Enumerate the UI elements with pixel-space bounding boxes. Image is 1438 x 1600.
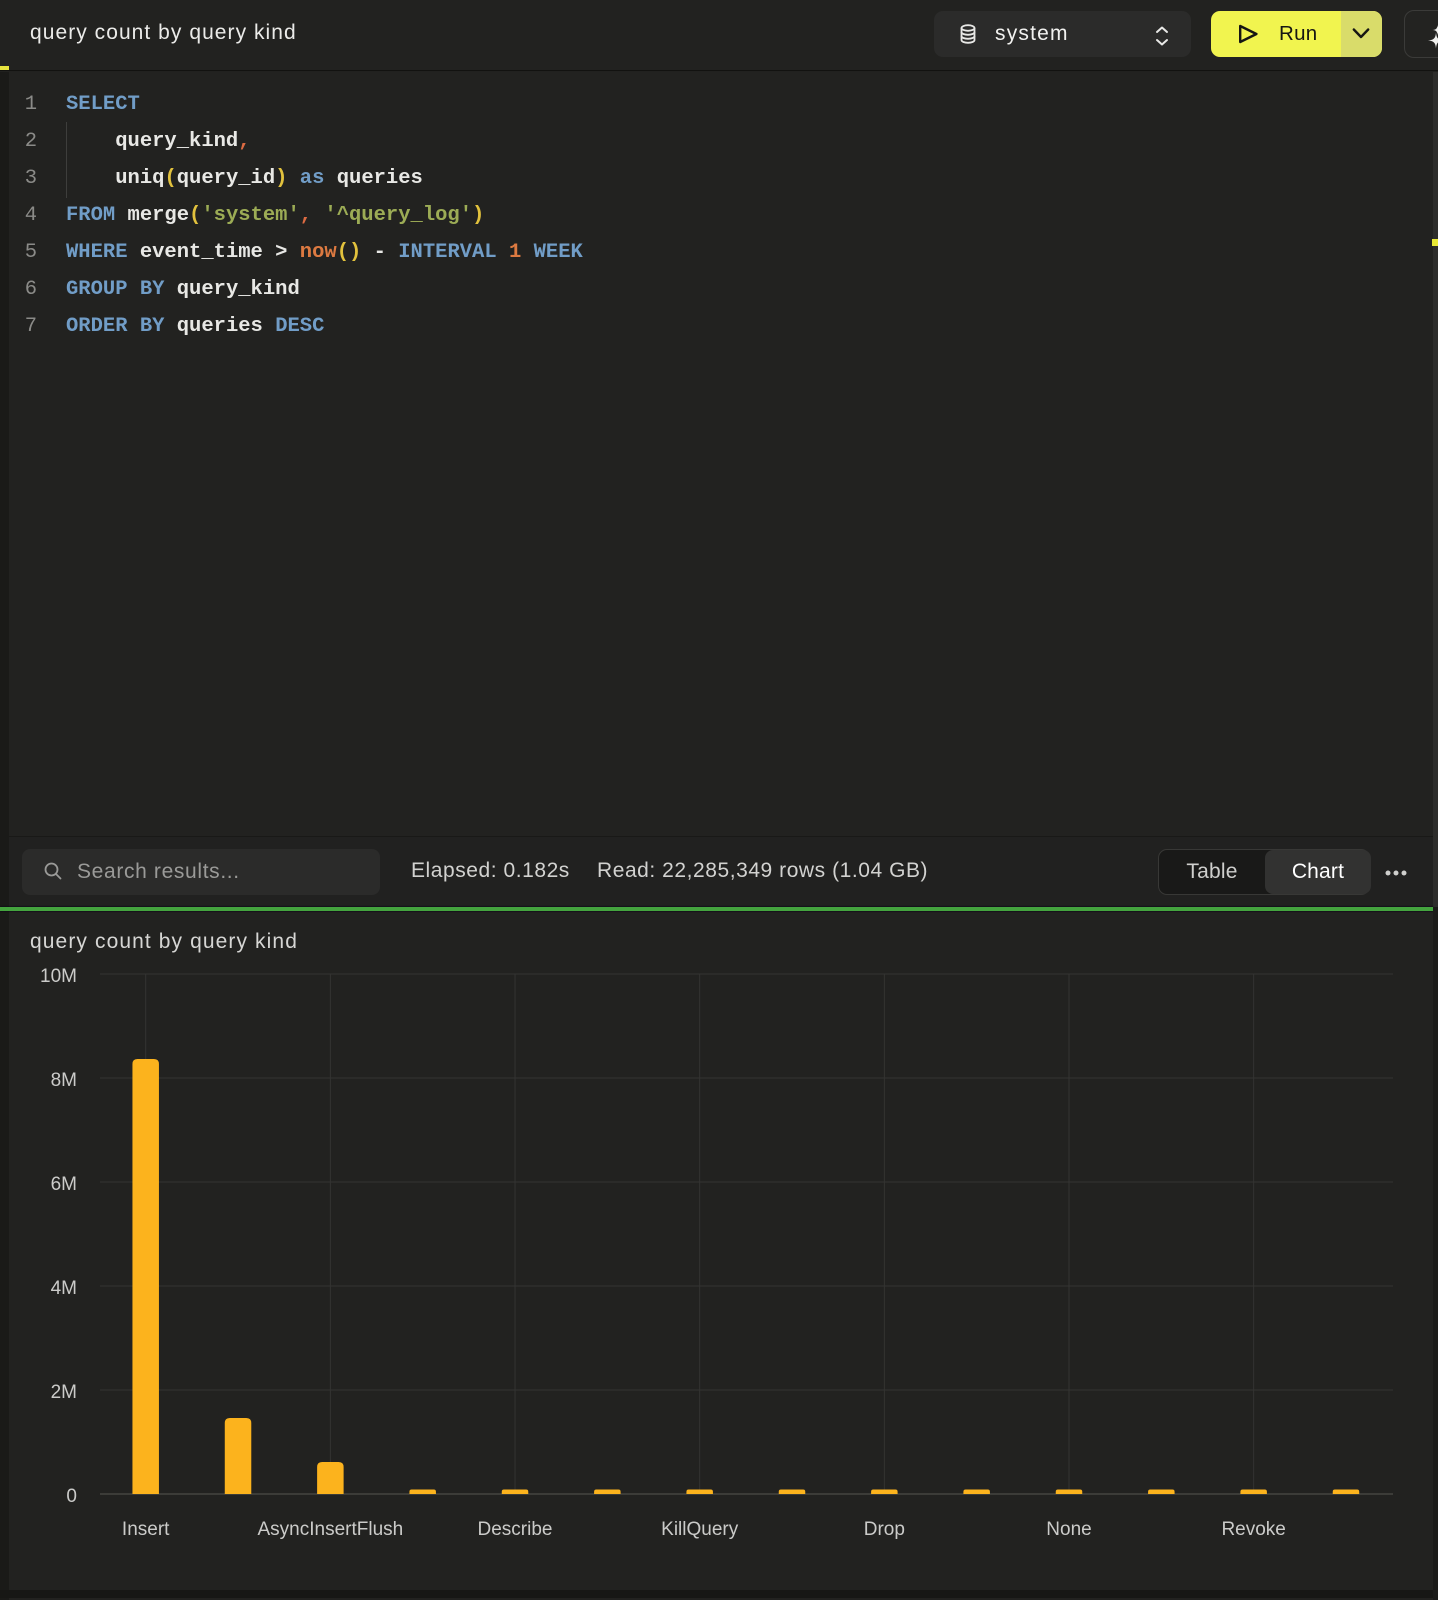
svg-text:KillQuery: KillQuery (661, 1519, 739, 1540)
svg-text:6M: 6M (51, 1174, 77, 1195)
svg-text:Drop: Drop (864, 1519, 905, 1540)
svg-text:0: 0 (66, 1486, 77, 1507)
svg-text:Revoke: Revoke (1221, 1519, 1285, 1540)
svg-text:Insert: Insert (122, 1519, 170, 1540)
svg-text:8M: 8M (51, 1070, 77, 1091)
svg-text:None: None (1046, 1519, 1091, 1540)
svg-text:2M: 2M (51, 1382, 77, 1403)
svg-text:Describe: Describe (478, 1519, 553, 1540)
svg-text:AsyncInsertFlush: AsyncInsertFlush (257, 1519, 403, 1540)
svg-text:4M: 4M (51, 1278, 77, 1299)
svg-text:10M: 10M (40, 966, 77, 987)
